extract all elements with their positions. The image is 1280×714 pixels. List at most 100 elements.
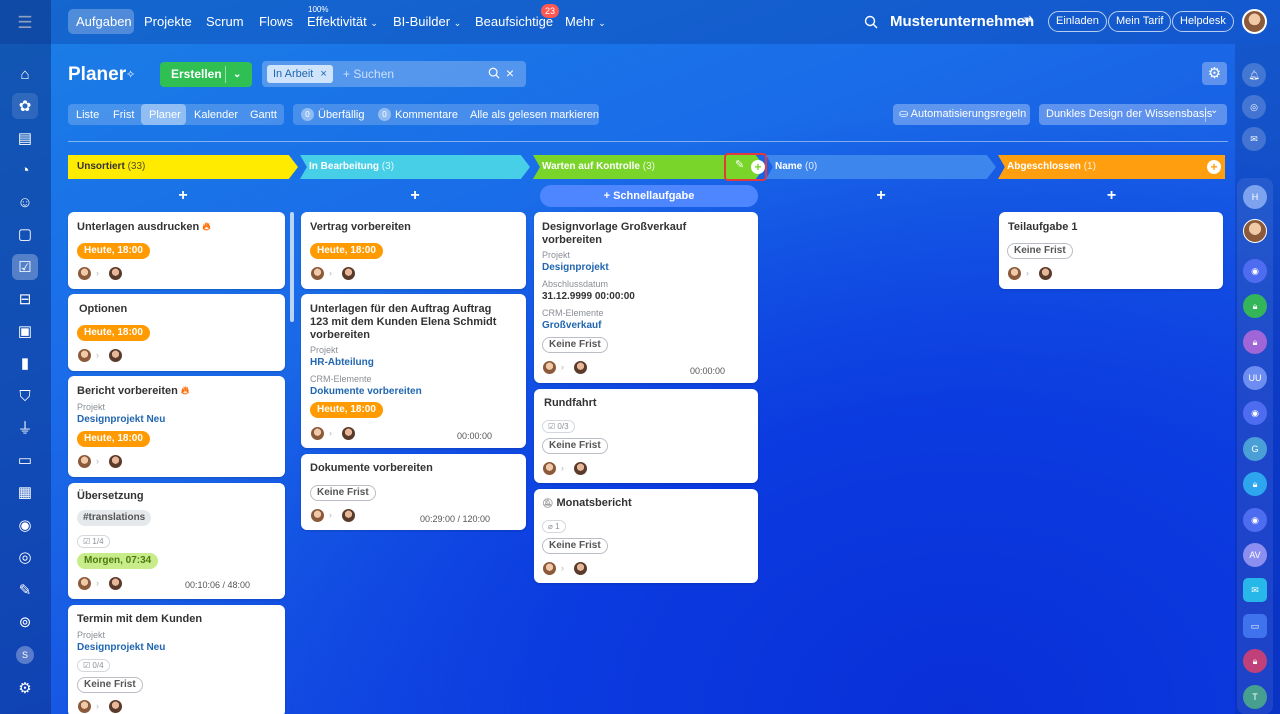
deadline-badge[interactable]: Heute, 18:00: [77, 431, 150, 447]
project-link[interactable]: HR-Abteilung: [310, 357, 374, 368]
bot-icon[interactable]: ◉: [12, 512, 38, 538]
user-badge[interactable]: S: [16, 646, 34, 664]
chat-avatar-g[interactable]: G: [1243, 437, 1267, 461]
nav-flows[interactable]: Flows: [259, 14, 293, 29]
search-input[interactable]: + Suchen: [343, 67, 394, 81]
tab-kalender[interactable]: Kalender: [194, 109, 238, 121]
switch-icon[interactable]: ⇄: [1023, 15, 1032, 26]
deadline-badge[interactable]: Keine Frist: [542, 438, 608, 454]
id-card-icon[interactable]: ▭: [1243, 614, 1267, 638]
avatar[interactable]: [542, 561, 557, 576]
card-icon[interactable]: ▭: [12, 447, 38, 473]
deadline-badge[interactable]: Keine Frist: [1007, 243, 1073, 259]
nav-beaufsichtige[interactable]: Beaufsichtige: [475, 14, 553, 29]
avatar[interactable]: [77, 266, 92, 281]
task-card[interactable]: Teilaufgabe 1 Keine Frist ›: [999, 212, 1223, 289]
contacts-icon[interactable]: ☺: [12, 189, 38, 215]
overdue-filter[interactable]: Überfällig: [318, 109, 364, 121]
theme-select[interactable]: Dunkles Design der Wissensbasis: [1039, 104, 1227, 125]
deadline-badge[interactable]: Morgen, 07:34: [77, 553, 159, 569]
tag[interactable]: #translations: [77, 510, 152, 526]
pin-icon[interactable]: ✧: [126, 70, 135, 81]
search-icon[interactable]: [862, 13, 880, 31]
deadline-badge[interactable]: Keine Frist: [77, 677, 143, 693]
invite-button[interactable]: Einladen: [1048, 11, 1107, 32]
avatar[interactable]: [573, 360, 588, 375]
user-avatar[interactable]: [1242, 9, 1267, 34]
avatar[interactable]: [108, 576, 123, 591]
deadline-badge[interactable]: Heute, 18:00: [310, 402, 383, 418]
avatar[interactable]: [542, 461, 557, 476]
chat-bubble-icon[interactable]: ✉: [1242, 127, 1266, 151]
mark-all-read-link[interactable]: Alle als gelesen markieren: [470, 109, 599, 121]
drive-icon[interactable]: ⊟: [12, 286, 38, 312]
chat-avatar-group[interactable]: ◉: [1243, 259, 1267, 283]
comments-filter[interactable]: Kommentare: [395, 109, 458, 121]
avatar[interactable]: [542, 360, 557, 375]
avatar[interactable]: [573, 461, 588, 476]
documents-icon[interactable]: ▢: [12, 221, 38, 247]
avatar[interactable]: [108, 699, 123, 714]
avatar[interactable]: [77, 454, 92, 469]
close-icon[interactable]: ×: [320, 68, 326, 80]
crm-link[interactable]: Großverkauf: [542, 320, 601, 331]
add-column-icon[interactable]: +: [751, 160, 765, 174]
task-card[interactable]: Vertrag vorbereiten Heute, 18:00 ›: [301, 212, 526, 289]
deadline-badge[interactable]: Heute, 18:00: [77, 325, 150, 341]
support-icon[interactable]: ⊚: [12, 609, 38, 635]
nav-aufgaben[interactable]: Aufgaben: [76, 14, 132, 29]
task-card[interactable]: Termin mit dem Kunden Projekt Designproj…: [68, 605, 285, 714]
add-task-button[interactable]: +: [766, 186, 996, 206]
bell-icon[interactable]: 🔔︎: [1242, 63, 1266, 87]
tasks-icon[interactable]: ☑: [12, 254, 38, 280]
task-card[interactable]: Unterlagen ausdrucken 🔥︎ Heute, 18:00 ›: [68, 212, 285, 289]
chevron-down-icon[interactable]: ⌄: [1210, 106, 1218, 116]
task-card[interactable]: Optionen Heute, 18:00 ›: [68, 294, 285, 371]
deadline-badge[interactable]: Heute, 18:00: [310, 243, 383, 259]
quick-task-button[interactable]: + Schnellaufgabe: [540, 185, 758, 207]
task-card[interactable]: Unterlagen für den Auftrag Auftrag 123 m…: [301, 294, 526, 448]
chat-avatar-h[interactable]: H: [1243, 185, 1267, 209]
chat-avatar-uu[interactable]: UU: [1243, 366, 1267, 390]
nav-effektivitaet[interactable]: Effektivität ⌄: [307, 14, 378, 29]
settings-icon[interactable]: ⚙: [12, 675, 38, 701]
lock-icon[interactable]: 🔒︎: [1243, 649, 1267, 673]
chat-avatar-person[interactable]: [1243, 219, 1267, 243]
lock-icon[interactable]: 🔒︎: [1243, 294, 1267, 318]
avatar[interactable]: [341, 266, 356, 281]
funnel-icon[interactable]: ⏚: [12, 415, 38, 441]
tab-frist[interactable]: Frist: [113, 109, 134, 121]
add-task-button[interactable]: +: [300, 186, 530, 206]
filter-chip[interactable]: In Arbeit ×: [267, 65, 333, 83]
analytics-icon[interactable]: ▮: [12, 350, 38, 376]
helpdesk-button[interactable]: Helpdesk: [1172, 11, 1234, 32]
pencil-icon[interactable]: ✎: [735, 160, 744, 171]
chat-avatar-t[interactable]: T: [1243, 685, 1267, 709]
nav-projekte[interactable]: Projekte: [144, 14, 192, 29]
avatar[interactable]: [108, 348, 123, 363]
project-link[interactable]: Designprojekt Neu: [77, 414, 165, 425]
add-task-button[interactable]: +: [68, 186, 298, 206]
company-name[interactable]: Musterunternehmen: [890, 13, 1034, 30]
column-header-name[interactable]: Name (0): [766, 155, 996, 179]
cart-icon[interactable]: ⛉: [12, 383, 38, 409]
avatar[interactable]: [310, 508, 325, 523]
deadline-badge[interactable]: Keine Frist: [542, 538, 608, 554]
task-card[interactable]: Rundfahrt ☑ 0/3 Keine Frist ›: [534, 389, 758, 483]
avatar[interactable]: [310, 266, 325, 281]
column-header-unsortiert[interactable]: Unsortiert (33): [68, 155, 298, 179]
feed-icon[interactable]: ▤: [12, 125, 38, 151]
tab-planer[interactable]: Planer: [149, 109, 181, 121]
calendar-icon[interactable]: ▦: [12, 479, 38, 505]
add-task-button[interactable]: +: [998, 186, 1225, 206]
task-card[interactable]: Bericht vorbereiten 🔥︎ Projekt Designpro…: [68, 376, 285, 477]
deadline-badge[interactable]: Keine Frist: [310, 485, 376, 501]
avatar[interactable]: [1007, 266, 1022, 281]
avatar[interactable]: [341, 508, 356, 523]
gear-icon[interactable]: ⚙: [1202, 62, 1227, 85]
create-button[interactable]: Erstellen ⌄: [160, 62, 252, 87]
message-icon[interactable]: ✉: [1243, 578, 1267, 602]
deadline-badge[interactable]: Heute, 18:00: [77, 243, 150, 259]
lock-icon[interactable]: 🔒︎: [1243, 472, 1267, 496]
scrollbar[interactable]: [290, 212, 294, 322]
